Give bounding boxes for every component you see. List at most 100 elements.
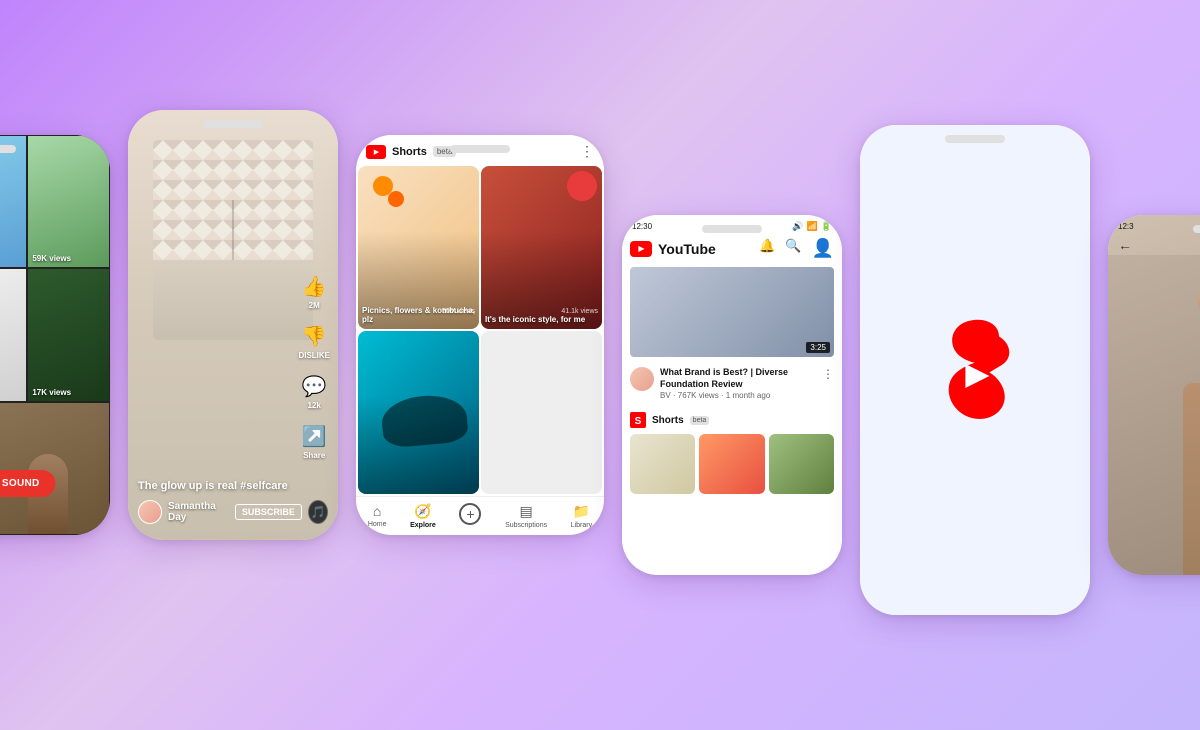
shorts-card-views-picnic: 50M views (442, 308, 475, 315)
br-back-button[interactable]: ← (1118, 237, 1132, 253)
dislike-icon: 👎 (302, 324, 327, 349)
tiktok-caption: The glow up is real #selfcare (138, 480, 328, 492)
yt-shorts-label: Shorts (652, 415, 684, 426)
dislike-action[interactable]: 👎 DISLIKE (298, 324, 330, 360)
phone-tiktok-grid: 96K views 1.4M views 59K views 1.2M view… (0, 135, 110, 535)
shorts-nav-explore[interactable]: 🧭 Explore (410, 503, 436, 529)
shorts-nav-subscriptions[interactable]: ▤ Subscriptions (505, 503, 547, 529)
yt-wordmark: YouTube (658, 241, 716, 257)
yt-shorts-logo-display (915, 310, 1035, 430)
shorts-more-icon[interactable]: ⋮ (580, 143, 594, 160)
grid-cell-boy[interactable]: 59K views (27, 135, 110, 268)
subscriptions-icon: ▤ (519, 503, 532, 520)
account-icon[interactable]: 👤 (812, 238, 834, 259)
grid-cell-white[interactable]: 1.1M views (0, 268, 27, 401)
yt-video-more-icon[interactable]: ⋮ (822, 367, 834, 381)
tiktok-avatar (138, 500, 162, 524)
shorts-beta-badge: beta (433, 146, 457, 157)
caption-text: The glow up is real (138, 480, 237, 492)
home-label: Home (368, 521, 387, 528)
grid-cell-cake[interactable]: 17K views (27, 268, 110, 401)
comment-count: 12k (308, 401, 321, 410)
shorts-card-views-style: 41.1k views (561, 308, 598, 315)
yt-shorts-icon: S (630, 412, 646, 428)
like-icon: 👍 (302, 274, 327, 299)
share-label: Share (303, 451, 325, 460)
views-59k: 59K views (32, 254, 71, 263)
caption-hashtag: #selfcare (240, 480, 288, 492)
yt-video-title: What Brand is Best? | Diverse Foundation… (660, 367, 816, 390)
yt-video-sub-info: BV · 767K views · 1 month ago (660, 391, 816, 400)
like-action[interactable]: 👍 2M (302, 274, 327, 310)
views-17k: 17K views (32, 388, 71, 397)
svg-text:S: S (635, 416, 642, 427)
shorts-card-picnic[interactable]: Picnics, flowers & kombucha, plz 50M vie… (358, 166, 479, 329)
yt-status-icons: 🔊 📶 🔋 (792, 221, 832, 232)
use-sound-button[interactable]: 📷 USE ThIS SOUND (0, 470, 56, 497)
grid-cell-skate[interactable]: 1.4M views (0, 135, 27, 268)
yt-shorts-thumb-2[interactable] (699, 434, 764, 494)
yt-header-icons: 🔔 🔍 👤 (759, 238, 834, 259)
br-video-content (1108, 255, 1200, 575)
yt-header: YouTube 🔔 🔍 👤 (622, 234, 842, 263)
tiktok-username: Samantha Day (168, 501, 225, 523)
tiktok-bottom: The glow up is real #selfcare Samantha D… (128, 480, 338, 524)
dislike-label: DISLIKE (298, 351, 330, 360)
wifi-icon: 📶 (807, 221, 818, 232)
add-button[interactable]: + (459, 503, 481, 525)
yt-shorts-main-logo (915, 310, 1035, 430)
volume-icon: 🔊 (792, 221, 803, 232)
shorts-nav-library[interactable]: 📁 Library (571, 503, 592, 529)
yt-video-info: What Brand is Best? | Diverse Foundation… (622, 361, 842, 406)
notification-icon[interactable]: 🔔 (759, 238, 775, 259)
yt-shorts-thumb-3[interactable] (769, 434, 834, 494)
shorts-card-empty (481, 331, 602, 494)
br-status-bar: 12:3 📶 🔋 (1108, 215, 1200, 234)
grid-cell-man[interactable] (0, 402, 110, 535)
subscriptions-label: Subscriptions (505, 522, 547, 529)
shorts-nav-add[interactable]: + (459, 503, 481, 529)
share-action[interactable]: ↗️ Share (302, 424, 327, 460)
music-icon: 🎵 (308, 500, 328, 524)
shorts-card-style[interactable]: It's the iconic style, for me 41.1k view… (481, 166, 602, 329)
library-icon: 📁 (573, 503, 590, 520)
library-label: Library (571, 522, 592, 529)
br-person-figure (1108, 255, 1200, 575)
yt-status-bar: 12:30 🔊 📶 🔋 (622, 215, 842, 234)
phones-container: 96K views 1.4M views 59K views 1.2M view… (0, 95, 1200, 635)
yt-logo (630, 241, 652, 257)
yt-shorts-thumbs (622, 430, 842, 498)
shorts-card-swim[interactable] (358, 331, 479, 494)
shorts-card-title-style: It's the iconic style, for me (485, 315, 598, 325)
yt-shorts-thumb-1[interactable] (630, 434, 695, 494)
phone-yt-shorts: Shorts beta ⋮ Picnics, flowers & kombuch… (356, 135, 604, 535)
tiktok-user-row: Samantha Day SUBSCRIBE 🎵 (138, 500, 328, 524)
yt-video-thumbnail[interactable]: 3:25 (630, 267, 834, 357)
like-count: 2M (309, 301, 320, 310)
shorts-grid: Picnics, flowers & kombucha, plz 50M vie… (356, 164, 604, 496)
shorts-nav-home[interactable]: ⌂ Home (368, 503, 387, 529)
phone-yt-main: 12:30 🔊 📶 🔋 YouTube 🔔 🔍 👤 3:25 (622, 215, 842, 575)
search-icon[interactable]: 🔍 (785, 238, 801, 259)
br-time: 12:3 (1118, 222, 1134, 231)
home-icon: ⌂ (373, 503, 381, 519)
tiktok-side-actions: 👍 2M 👎 DISLIKE 💬 12k ↗️ Share (298, 274, 330, 460)
shorts-title: Shorts (392, 146, 427, 158)
yt-duration: 3:25 (806, 342, 830, 353)
use-sound-label: USE ThIS SOUND (0, 478, 40, 489)
yt-video-meta-block: What Brand is Best? | Diverse Foundation… (660, 367, 816, 400)
yt-time: 12:30 (632, 222, 652, 231)
yt-shorts-logo (366, 145, 386, 159)
yt-shorts-beta: beta (690, 416, 710, 425)
share-icon: ↗️ (302, 424, 327, 449)
shorts-nav: ⌂ Home 🧭 Explore + ▤ Subscriptions 📁 Lib… (356, 496, 604, 535)
explore-label: Explore (410, 522, 436, 529)
br-back-bar: ← ⋮ (1108, 234, 1200, 255)
explore-icon: 🧭 (414, 503, 431, 520)
comment-action[interactable]: 💬 12k (302, 374, 327, 410)
subscribe-button[interactable]: SUBSCRIBE (235, 504, 302, 520)
shirt-visual (153, 140, 313, 340)
yt-shorts-row: S Shorts beta (622, 406, 842, 430)
phone-tiktok-video: 👍 2M 👎 DISLIKE 💬 12k ↗️ Share (128, 110, 338, 540)
phone-center (860, 125, 1090, 615)
